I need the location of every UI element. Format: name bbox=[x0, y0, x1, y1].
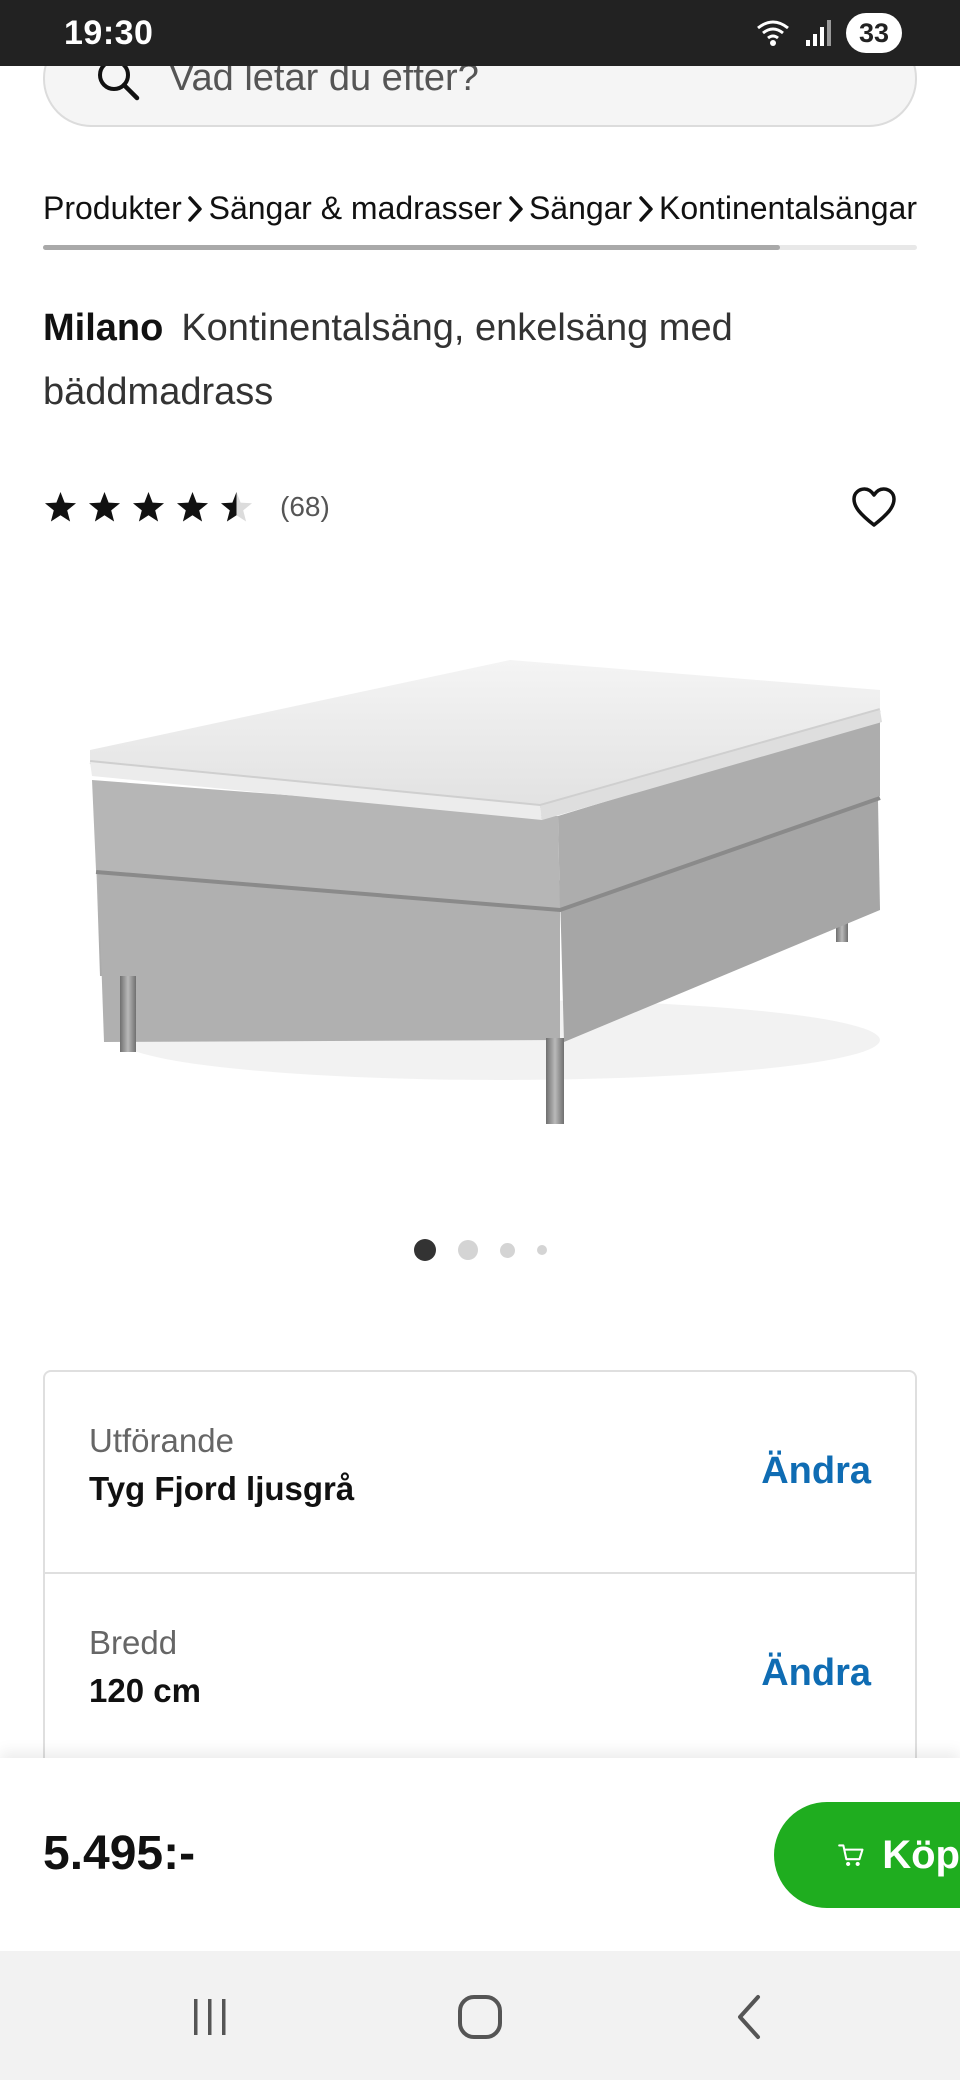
gallery-dot[interactable] bbox=[499, 1242, 515, 1258]
gallery-pagination bbox=[0, 1235, 960, 1265]
status-bar: 19:30 33 bbox=[0, 0, 960, 66]
back-icon bbox=[738, 1995, 760, 2039]
home-icon bbox=[458, 1995, 502, 2039]
status-time: 19:30 bbox=[64, 13, 154, 52]
star-icon bbox=[133, 491, 164, 521]
rating[interactable]: (68) bbox=[43, 484, 330, 530]
recent-apps-button[interactable] bbox=[180, 1989, 240, 2045]
product-title: Milano Kontinentalsäng, enkelsäng med bäd… bbox=[43, 296, 803, 424]
option-value: 120 cm bbox=[89, 1672, 201, 1709]
back-button[interactable] bbox=[720, 1989, 780, 2045]
heart-icon bbox=[852, 487, 896, 527]
chevron-right-icon bbox=[632, 194, 659, 224]
bed-illustration bbox=[89, 660, 882, 1124]
system-nav-bar bbox=[0, 1951, 960, 2080]
gallery-dot[interactable] bbox=[536, 1245, 547, 1255]
breadcrumb: Produkter Sängar & madrasser Sängar Kont… bbox=[43, 190, 917, 250]
review-count: (68) bbox=[280, 491, 330, 522]
wishlist-button[interactable] bbox=[850, 484, 898, 530]
breadcrumb-item-kontinentalsangar[interactable]: Kontinentalsängar bbox=[659, 190, 917, 227]
star-icon bbox=[45, 491, 76, 521]
star-icon bbox=[89, 491, 120, 521]
rating-stars bbox=[43, 490, 254, 525]
breadcrumb-item-sangar-madrasser[interactable]: Sängar & madrasser bbox=[209, 190, 502, 227]
star-icon bbox=[177, 491, 208, 521]
breadcrumb-scroll-thumb[interactable] bbox=[43, 245, 780, 250]
cart-icon bbox=[838, 1844, 864, 1867]
price: 5.495:- bbox=[43, 1827, 196, 1880]
buy-button[interactable]: Köp bbox=[774, 1802, 960, 1908]
option-label: Bredd bbox=[89, 1624, 178, 1661]
option-row-width[interactable]: Bredd 120 cm Ändra bbox=[45, 1572, 915, 1770]
chevron-right-icon bbox=[182, 194, 209, 224]
change-finish-button[interactable]: Ändra bbox=[761, 1450, 871, 1493]
wifi-icon bbox=[757, 20, 789, 46]
gallery-dot-active[interactable] bbox=[413, 1239, 436, 1261]
option-row-finish[interactable]: Utförande Tyg Fjord ljusgrå Ändra bbox=[45, 1372, 915, 1572]
status-icons: 33 bbox=[756, 13, 902, 53]
change-width-button[interactable]: Ändra bbox=[761, 1652, 871, 1695]
star-icon bbox=[221, 491, 252, 521]
option-label: Utförande bbox=[89, 1422, 234, 1459]
breadcrumb-scroll-track bbox=[43, 245, 917, 250]
option-value: Tyg Fjord ljusgrå bbox=[89, 1470, 355, 1507]
gallery-dot[interactable] bbox=[457, 1240, 478, 1260]
battery-indicator: 33 bbox=[846, 13, 902, 53]
recent-apps-icon bbox=[194, 1999, 226, 2035]
breadcrumb-item-produkter[interactable]: Produkter bbox=[43, 190, 182, 227]
product-name: Milano bbox=[43, 307, 164, 349]
signal-icon bbox=[806, 20, 831, 46]
buy-button-label: Köp bbox=[882, 1832, 960, 1877]
breadcrumb-item-sangar[interactable]: Sängar bbox=[529, 190, 632, 227]
chevron-right-icon bbox=[502, 194, 529, 224]
price-bar: 5.495:- Köp bbox=[0, 1758, 960, 1951]
product-image[interactable] bbox=[60, 610, 900, 1170]
home-button[interactable] bbox=[450, 1989, 510, 2045]
options-card: Utförande Tyg Fjord ljusgrå Ändra Bredd … bbox=[43, 1370, 917, 1770]
